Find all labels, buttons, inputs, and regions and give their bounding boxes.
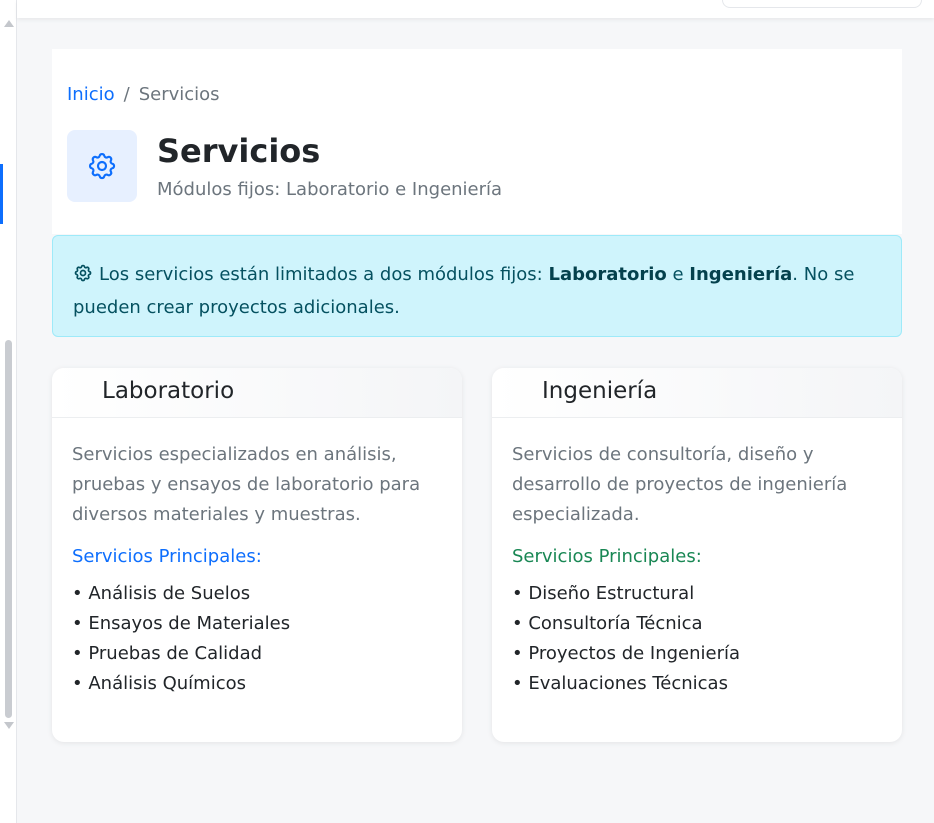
list-item: Ensayos de Materiales — [72, 609, 442, 639]
list-item: Evaluaciones Técnicas — [512, 669, 882, 699]
alert-text-before: Los servicios están limitados a dos módu… — [99, 264, 549, 285]
alert-text-middle: e — [666, 264, 690, 285]
gear-icon — [73, 263, 93, 293]
page-header: Inicio / Servicios Servicios Módulos fijos… — [52, 49, 902, 234]
scroll-down-arrow[interactable] — [4, 722, 14, 729]
top-navbar — [17, 0, 934, 18]
alert-bold-laboratorio: Laboratorio — [548, 264, 667, 285]
list-item: Proyectos de Ingeniería — [512, 639, 882, 669]
breadcrumb-home-link[interactable]: Inicio — [67, 84, 115, 105]
navbar-user-menu[interactable] — [722, 0, 922, 8]
page-title: Servicios — [157, 132, 321, 170]
list-item: Análisis Químicos — [72, 669, 442, 699]
services-list: Análisis de Suelos Ensayos de Materiales… — [72, 579, 442, 699]
card-laboratorio[interactable]: Laboratorio Servicios especializados en … — [52, 368, 462, 742]
breadcrumb: Inicio / Servicios — [67, 84, 220, 105]
card-title: Ingeniería — [492, 368, 902, 418]
page-subtitle: Módulos fijos: Laboratorio e Ingeniería — [157, 179, 503, 200]
list-item: Consultoría Técnica — [512, 609, 882, 639]
info-alert: Los servicios están limitados a dos módu… — [52, 235, 902, 337]
card-body: Servicios de consultoría, diseño y desar… — [492, 418, 902, 699]
list-item: Diseño Estructural — [512, 579, 882, 609]
services-list: Diseño Estructural Consultoría Técnica P… — [512, 579, 882, 699]
list-item: Análisis de Suelos — [72, 579, 442, 609]
list-item: Pruebas de Calidad — [72, 639, 442, 669]
breadcrumb-separator: / — [123, 84, 130, 105]
page-icon-box — [67, 130, 137, 202]
active-nav-indicator — [0, 164, 3, 224]
alert-bold-ingenieria: Ingeniería — [689, 264, 793, 285]
card-subheading: Servicios Principales: — [512, 546, 702, 567]
card-subheading: Servicios Principales: — [72, 546, 262, 567]
scroll-up-arrow[interactable] — [4, 20, 14, 27]
scrollbar-thumb[interactable] — [5, 340, 12, 718]
gear-icon — [88, 152, 116, 180]
card-body: Servicios especializados en análisis, pr… — [52, 418, 462, 699]
card-ingenieria[interactable]: Ingeniería Servicios de consultoría, dis… — [492, 368, 902, 742]
sidebar — [0, 0, 17, 823]
breadcrumb-current: Servicios — [138, 84, 220, 105]
card-description: Servicios de consultoría, diseño y desar… — [512, 444, 848, 525]
card-description: Servicios especializados en análisis, pr… — [72, 444, 421, 525]
card-title: Laboratorio — [52, 368, 462, 418]
